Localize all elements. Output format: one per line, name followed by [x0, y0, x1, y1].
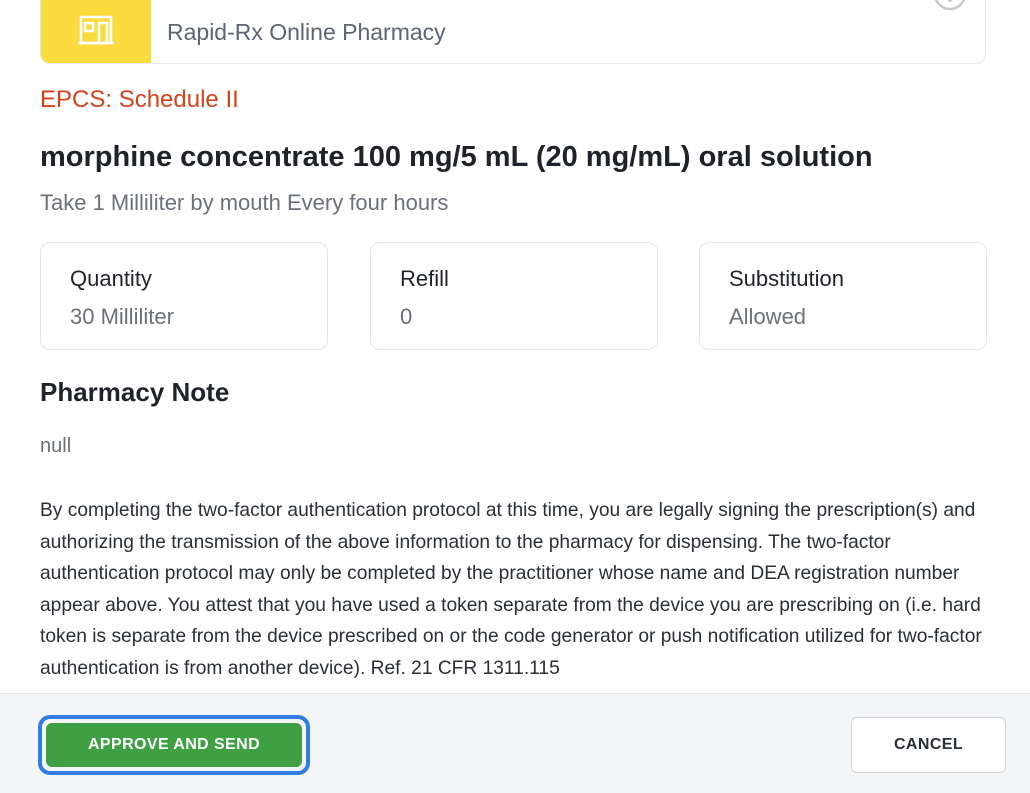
pharmacy-name: Rapid-Rx Online Pharmacy — [167, 19, 446, 45]
substitution-label: Substitution — [729, 266, 844, 291]
quantity-card: Quantity 30 Milliliter — [40, 242, 328, 350]
download-icon[interactable] — [933, 0, 967, 23]
approve-and-send-button[interactable]: APPROVE AND SEND — [46, 723, 302, 767]
cancel-button[interactable]: CANCEL — [851, 717, 1006, 773]
quantity-value: 30 Milliliter — [70, 304, 174, 329]
quantity-label: Quantity — [70, 266, 152, 291]
pharmacy-note-title: Pharmacy Note — [40, 377, 230, 407]
pharmacy-card: Rapid-Rx Online Pharmacy — [40, 0, 986, 64]
substitution-value: Allowed — [729, 304, 807, 329]
drug-name: morphine concentrate 100 mg/5 mL (20 mg/… — [40, 141, 873, 173]
attestation-text: By completing the two-factor authenticat… — [40, 500, 982, 679]
pharmacy-note-value: null — [40, 435, 72, 457]
sig-directions: Take 1 Milliliter by mouth Every four ho… — [40, 190, 449, 215]
approve-focus-ring: APPROVE AND SEND — [38, 715, 310, 775]
prescription-review-dialog: Rapid-Rx Online Pharmacy EPCS: Schedule … — [0, 0, 1030, 793]
refill-value: 0 — [400, 304, 413, 329]
substitution-card: Substitution Allowed — [699, 242, 987, 350]
pharmacy-store-icon — [78, 15, 114, 45]
dialog-scroll-area[interactable]: Rapid-Rx Online Pharmacy EPCS: Schedule … — [0, 0, 1030, 693]
schedule-label: EPCS: Schedule II — [40, 86, 239, 113]
refill-label: Refill — [400, 266, 449, 291]
refill-card: Refill 0 — [370, 242, 658, 350]
pharmacy-icon-container — [41, 0, 151, 63]
dialog-footer: APPROVE AND SEND CANCEL — [0, 693, 1030, 793]
